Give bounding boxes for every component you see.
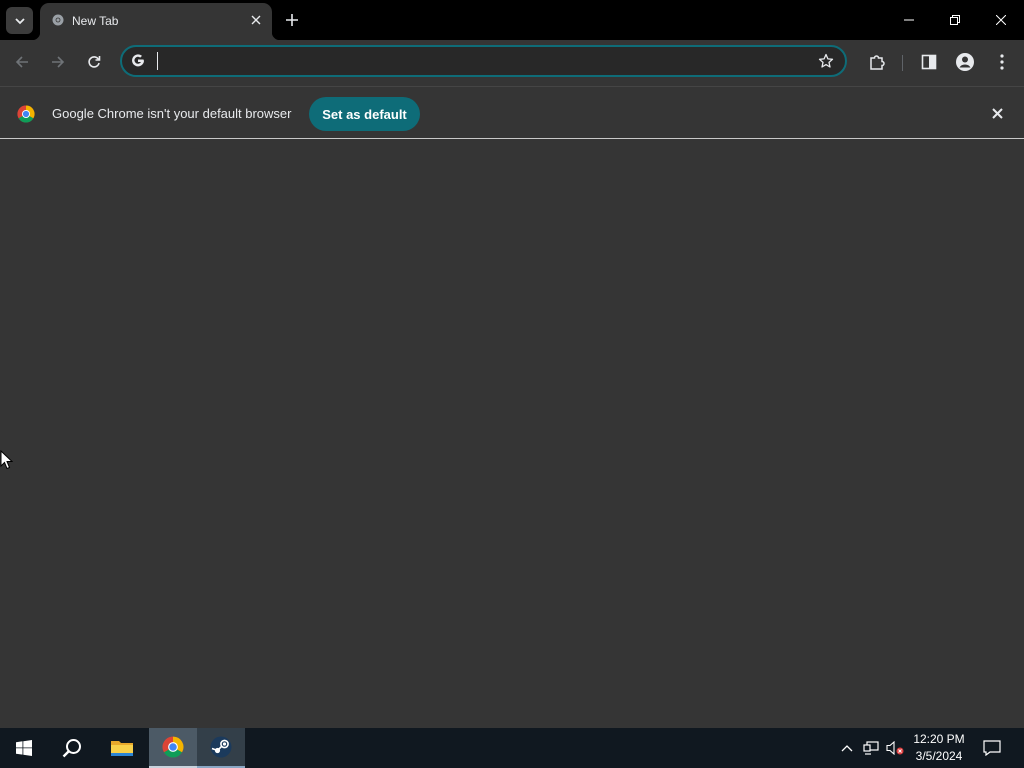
- close-icon: [991, 107, 1003, 119]
- extensions-icon: [870, 55, 885, 70]
- forward-arrow-icon: [52, 56, 65, 68]
- close-icon: [996, 15, 1006, 25]
- set-as-default-button[interactable]: Set as default: [309, 97, 420, 131]
- action-center-button[interactable]: [978, 728, 1006, 768]
- plus-icon: [286, 14, 298, 26]
- restore-button[interactable]: [932, 0, 978, 40]
- notification-icon: [983, 740, 1001, 756]
- taskbar-search-button[interactable]: [48, 728, 96, 768]
- chrome-icon: [162, 736, 184, 758]
- steam-icon: [210, 736, 232, 758]
- text-caret: [157, 52, 158, 70]
- side-panel-button[interactable]: [914, 47, 944, 77]
- omnibox-input[interactable]: [156, 50, 796, 72]
- taskbar-steam[interactable]: [197, 728, 245, 768]
- taskbar-clock[interactable]: 12:20 PM 3/5/2024: [905, 731, 973, 765]
- taskbar-file-explorer[interactable]: [98, 728, 146, 768]
- profile-icon: [956, 53, 974, 71]
- tab-new-tab[interactable]: New Tab: [32, 3, 280, 40]
- clock-time: 12:20 PM: [913, 732, 965, 746]
- close-window-button[interactable]: [978, 0, 1024, 40]
- close-icon: [251, 15, 261, 25]
- more-vert-icon: [1000, 54, 1004, 70]
- mouse-cursor-icon: [0, 450, 14, 470]
- show-hidden-icons-button[interactable]: [838, 728, 856, 768]
- infobar-close-button[interactable]: [988, 104, 1006, 122]
- extensions-button[interactable]: [862, 47, 892, 77]
- side-panel-icon: [921, 54, 937, 70]
- volume-tray-button[interactable]: [884, 728, 906, 768]
- clock-date: 3/5/2024: [915, 749, 963, 763]
- minimize-button[interactable]: [886, 0, 932, 40]
- toolbar-separator: [902, 55, 903, 71]
- default-browser-infobar: Google Chrome isn't your default browser…: [0, 86, 1024, 139]
- omnibox[interactable]: [120, 45, 847, 77]
- start-button[interactable]: [0, 728, 48, 768]
- taskbar-chrome[interactable]: [149, 728, 197, 768]
- file-explorer-icon: [111, 741, 133, 756]
- tab-search-button[interactable]: [6, 7, 33, 34]
- back-arrow-icon: [15, 56, 28, 68]
- new-tab-button[interactable]: [281, 9, 303, 31]
- reload-icon: [88, 56, 101, 68]
- network-tray-button[interactable]: [861, 728, 881, 768]
- search-icon: [62, 739, 81, 758]
- chrome-icon: [52, 14, 64, 26]
- restore-icon: [950, 15, 960, 25]
- forward-button[interactable]: [43, 47, 73, 77]
- tab-close-button[interactable]: [248, 12, 264, 28]
- volume-muted-icon: [886, 741, 904, 755]
- profile-button[interactable]: [950, 47, 980, 77]
- minimize-icon: [904, 19, 914, 21]
- windows-start-icon: [16, 740, 32, 756]
- tab-strip: New Tab: [0, 0, 1024, 40]
- infobar-message: Google Chrome isn't your default browser: [52, 106, 292, 121]
- toolbar: [0, 40, 1024, 86]
- page-content[interactable]: [0, 139, 1024, 728]
- bookmark-star-button[interactable]: [817, 52, 835, 70]
- menu-button[interactable]: [987, 47, 1017, 77]
- chrome-logo-icon: [17, 105, 35, 123]
- star-icon: [818, 53, 834, 68]
- network-icon: [863, 741, 879, 755]
- google-g-icon: [130, 53, 146, 69]
- tab-title: New Tab: [72, 14, 119, 28]
- chevron-up-icon: [841, 745, 853, 752]
- chevron-down-icon: [14, 17, 25, 24]
- reload-button[interactable]: [79, 47, 109, 77]
- back-button[interactable]: [7, 47, 37, 77]
- windows-taskbar: 12:20 PM 3/5/2024: [0, 728, 1024, 768]
